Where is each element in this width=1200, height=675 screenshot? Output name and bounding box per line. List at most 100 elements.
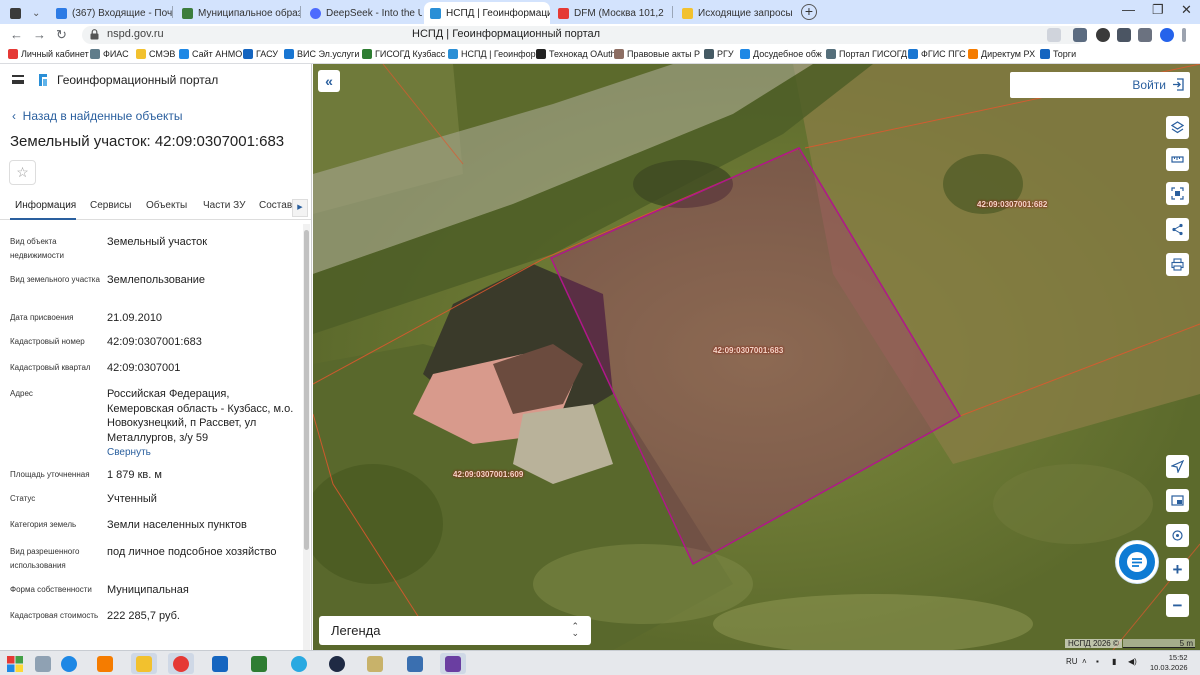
taskbar-app[interactable]	[286, 653, 312, 674]
browser-tab[interactable]: Муниципальное образо	[176, 2, 300, 24]
extension-icon[interactable]	[1117, 28, 1131, 42]
parcel-label: 42:09:0307001:683	[713, 346, 784, 355]
favorite-star-button[interactable]: ☆	[9, 160, 36, 185]
profile-avatar[interactable]	[1160, 28, 1174, 42]
speaker-icon	[10, 7, 21, 19]
map-view[interactable]: 42:09:0307001:683 42:09:0307001:682 42:0…	[313, 64, 1200, 650]
locate-button[interactable]	[1166, 455, 1189, 478]
bookmark-item[interactable]: ГИСОГД Кузбасс	[362, 49, 445, 59]
collapse-link[interactable]: Свернуть	[107, 446, 297, 461]
close-window-button[interactable]: ✕	[1181, 2, 1192, 18]
chat-assistant-button[interactable]	[1116, 541, 1158, 583]
bookmark-item[interactable]: Портал ГИСОГД	[826, 49, 907, 59]
extension-icon[interactable]	[1073, 28, 1087, 42]
tab-information[interactable]: Информация	[15, 200, 76, 211]
media-icon[interactable]	[1096, 28, 1110, 42]
bookmarks-bar: Личный кабинет ФИАС СМЭВ Сайт АНМО ГАСУ …	[0, 46, 1200, 64]
taskbar-app[interactable]	[324, 653, 350, 674]
plus-icon: +	[1172, 559, 1183, 579]
taskbar-app[interactable]	[168, 653, 194, 674]
bookmark-item[interactable]: Личный кабинет	[8, 49, 89, 59]
attribute-value: 42:09:0307001:683	[107, 336, 202, 348]
tabs-scroll-right-button[interactable]: ▶	[292, 199, 308, 217]
browser-tab[interactable]: Исходящие запросы	[676, 2, 796, 24]
taskbar-app[interactable]	[56, 653, 82, 674]
taskbar-app[interactable]	[402, 653, 428, 674]
site-icon	[182, 7, 193, 19]
back-arrow-icon[interactable]: ←	[10, 27, 23, 42]
scrollbar-thumb[interactable]	[304, 230, 309, 550]
zoom-in-button[interactable]: +	[1166, 558, 1189, 581]
language-indicator[interactable]: RU	[1066, 657, 1078, 666]
forward-arrow-icon[interactable]: →	[33, 27, 46, 42]
new-tab-button[interactable]: +	[801, 4, 817, 20]
tab-parts[interactable]: Части ЗУ	[203, 200, 245, 211]
geolocation-button[interactable]	[1166, 524, 1189, 547]
browser-tab[interactable]: (367) Входящие - Почта M	[50, 2, 172, 24]
tab-objects[interactable]: Объекты	[146, 200, 187, 211]
menu-icon[interactable]	[12, 75, 24, 84]
bookmark-item[interactable]: Досудебное обж	[740, 49, 822, 59]
collapse-panel-button[interactable]: «	[318, 70, 340, 92]
login-button[interactable]: Войти	[1010, 72, 1190, 98]
measure-button[interactable]	[1166, 148, 1189, 171]
tab-actions-button[interactable]	[4, 2, 24, 24]
taskbar-app[interactable]	[30, 653, 56, 674]
legend-label: Легенда	[331, 623, 381, 638]
taskbar-app[interactable]	[207, 653, 233, 674]
share-button[interactable]	[1166, 218, 1189, 241]
minimap-icon	[1171, 495, 1184, 506]
taskbar-app[interactable]	[246, 653, 272, 674]
layers-button[interactable]	[1166, 116, 1189, 139]
minimap-button[interactable]	[1166, 489, 1189, 512]
panel-scrollbar[interactable]	[303, 224, 310, 650]
back-to-results-link[interactable]: ‹ Назад в найденные объекты	[12, 109, 183, 123]
bookmark-item[interactable]: Сайт АНМО	[179, 49, 242, 59]
bookmark-item[interactable]: ФГИС ПГС	[908, 49, 966, 59]
tray-arrow-icon[interactable]: ˄	[1082, 657, 1087, 666]
media-player-icon	[97, 655, 113, 672]
browser-tab-active[interactable]: НСПД | Геоинформация✕	[424, 2, 550, 24]
taskbar-app[interactable]	[131, 653, 157, 674]
tab-services[interactable]: Сервисы	[90, 200, 131, 211]
star-icon: ☆	[16, 164, 29, 180]
bookmark-item[interactable]: СМЭВ	[136, 49, 175, 59]
attribute-value: Земли населенных пунктов	[107, 519, 247, 531]
reload-icon[interactable]: ↻	[56, 27, 67, 43]
taskbar-app[interactable]	[440, 653, 466, 674]
network-icon[interactable]: ▮	[1112, 657, 1116, 666]
bookmark-item[interactable]: Директум РХ	[968, 49, 1035, 59]
docs-icon	[682, 7, 693, 19]
bookmark-item[interactable]: ВИС Эл.услуги	[284, 49, 359, 59]
chevron-updown-icon: ⌃ ⌄	[571, 621, 579, 638]
attribute-label: Статус	[10, 494, 36, 503]
browser-tab[interactable]: DeepSeek - Into the Unkno	[304, 2, 422, 24]
url-field[interactable]: nspd.gov.ru НСПД | Геоинформационный пор…	[82, 26, 1086, 44]
select-area-button[interactable]	[1166, 182, 1189, 205]
taskbar-app[interactable]	[362, 653, 388, 674]
browser-tab[interactable]: DFM (Москва 101,2◀)✕	[552, 2, 668, 24]
puzzle-icon[interactable]	[1138, 28, 1152, 42]
bookmark-item[interactable]: ГАСУ	[243, 49, 278, 59]
bookmark-item[interactable]: Технокад OAuth	[536, 49, 616, 59]
bookmark-star-icon[interactable]	[1047, 28, 1061, 42]
zoom-out-button[interactable]: −	[1166, 594, 1189, 617]
tab-composition[interactable]: Состав	[259, 200, 292, 211]
app-title: Геоинформационный портал	[57, 73, 219, 87]
bookmark-item[interactable]: Торги	[1040, 49, 1076, 59]
menu-dots-icon[interactable]	[1182, 28, 1186, 42]
volume-icon[interactable]: ◀)	[1128, 657, 1137, 666]
tab-search-button[interactable]: ⌄	[26, 2, 44, 24]
taskbar-app[interactable]	[92, 653, 118, 674]
bookmark-item[interactable]: НСПД | Геоинфор	[448, 49, 536, 59]
bookmark-item[interactable]: ФИАС	[90, 49, 129, 59]
minimize-button[interactable]: —	[1122, 2, 1135, 17]
maximize-button[interactable]: ❐	[1152, 2, 1164, 18]
tray-icon[interactable]: ▪	[1096, 657, 1099, 666]
bookmark-item[interactable]: РГУ	[704, 49, 734, 59]
print-button[interactable]	[1166, 253, 1189, 276]
clock[interactable]: 15:52 10.03.2026	[1150, 653, 1188, 673]
windows-start-icon[interactable]	[6, 655, 24, 673]
legend-dropdown[interactable]: Легенда ⌃ ⌄	[319, 616, 591, 645]
bookmark-item[interactable]: Правовые акты Р	[614, 49, 700, 59]
